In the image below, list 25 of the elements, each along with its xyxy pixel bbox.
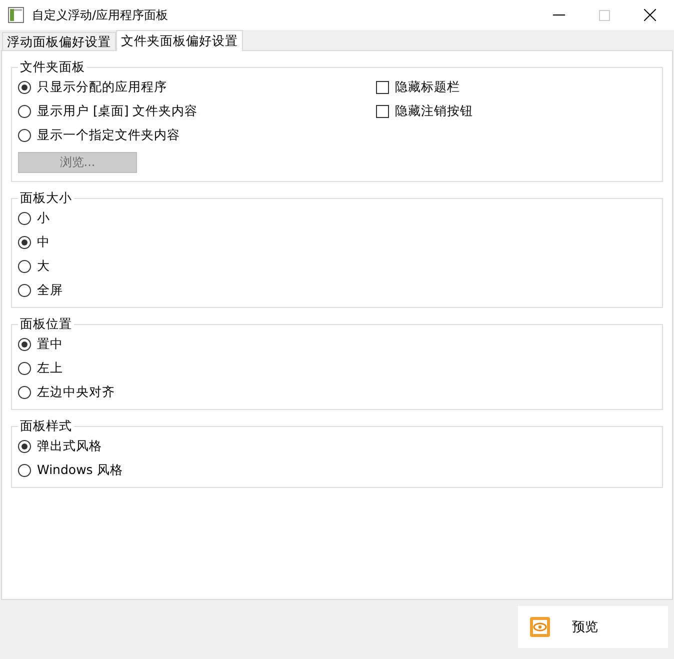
group-title: 面板大小: [19, 190, 73, 207]
checkbox-option[interactable]: 隐藏标题栏: [376, 78, 473, 96]
eye-icon: [530, 617, 550, 637]
window-title: 自定义浮动/应用程序面板: [32, 6, 168, 24]
close-icon[interactable]: [644, 9, 656, 21]
preview-button[interactable]: 预览: [518, 606, 668, 648]
radio-option[interactable]: 左边中央对齐: [18, 383, 376, 401]
radio-option[interactable]: 显示用户 [桌面] 文件夹内容: [18, 102, 376, 120]
app-icon: [8, 7, 24, 23]
radio-option[interactable]: 左上: [18, 359, 376, 377]
tab[interactable]: 浮动面板偏好设置: [2, 32, 116, 50]
radio-option[interactable]: 置中: [18, 335, 376, 353]
group-title: 面板位置: [19, 316, 73, 333]
radio-option[interactable]: Windows 风格: [18, 461, 376, 479]
radio-option[interactable]: 只显示分配的应用程序: [18, 78, 376, 96]
radio-option[interactable]: 大: [18, 257, 376, 275]
tab[interactable]: 文件夹面板偏好设置: [116, 30, 243, 51]
radio-option[interactable]: 弹出式风格: [18, 437, 376, 455]
radio-option[interactable]: 小: [18, 209, 376, 227]
radio-option[interactable]: 全屏: [18, 281, 376, 299]
checkbox-option[interactable]: 隐藏注销按钮: [376, 102, 473, 120]
radio-option[interactable]: 中: [18, 233, 376, 251]
group-title: 面板样式: [19, 418, 73, 435]
group-title: 文件夹面板: [19, 59, 86, 76]
radio-option[interactable]: 显示一个指定文件夹内容: [18, 126, 376, 144]
